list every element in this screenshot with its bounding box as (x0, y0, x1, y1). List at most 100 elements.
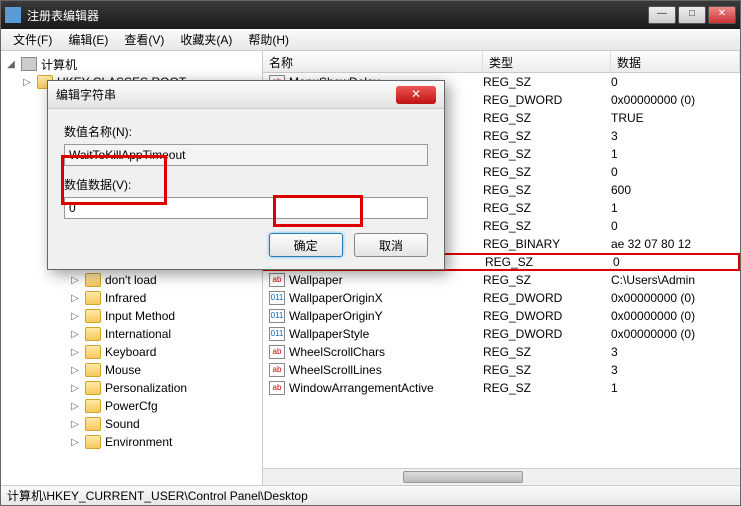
horizontal-scrollbar[interactable] (263, 468, 740, 485)
cell-name: WallpaperOriginY (289, 309, 483, 323)
cell-data: 0 (611, 219, 740, 233)
tree-item-label[interactable]: don't load (105, 273, 157, 287)
cell-data: ae 32 07 80 12 (611, 237, 740, 251)
expand-icon[interactable]: ◢ (5, 59, 17, 70)
table-row[interactable]: abWheelScrollCharsREG_SZ3 (263, 343, 740, 361)
cell-type: REG_DWORD (483, 291, 611, 305)
value-icon: 011 (269, 291, 285, 305)
expand-icon[interactable]: ▷ (69, 329, 81, 340)
dialog-title: 编辑字符串 (56, 86, 396, 103)
table-row[interactable]: 011WallpaperOriginYREG_DWORD0x00000000 (… (263, 307, 740, 325)
cell-type: REG_SZ (483, 183, 611, 197)
computer-icon (21, 57, 37, 71)
cell-type: REG_SZ (483, 273, 611, 287)
value-data-input[interactable] (64, 197, 428, 219)
value-icon: ab (269, 273, 285, 287)
folder-icon (85, 417, 101, 431)
folder-icon (85, 435, 101, 449)
tree-item-label[interactable]: International (105, 327, 171, 341)
cell-data: 0 (611, 165, 740, 179)
cell-data: 3 (611, 345, 740, 359)
menu-edit[interactable]: 编辑(E) (60, 29, 116, 50)
expand-icon[interactable]: ▷ (69, 347, 81, 358)
menu-help[interactable]: 帮助(H) (240, 29, 297, 50)
cell-data: C:\Users\Admin (611, 273, 740, 287)
cell-name: Wallpaper (289, 273, 483, 287)
folder-icon (85, 363, 101, 377)
dialog-close-button[interactable]: ✕ (396, 86, 436, 104)
tree-item-label[interactable]: Infrared (105, 291, 146, 305)
cell-name: WallpaperStyle (289, 327, 483, 341)
table-row[interactable]: abWindowArrangementActiveREG_SZ1 (263, 379, 740, 397)
cell-type: REG_SZ (483, 219, 611, 233)
cell-data: 3 (611, 129, 740, 143)
scroll-thumb[interactable] (403, 471, 523, 483)
maximize-button[interactable]: □ (678, 6, 706, 24)
cell-data: 0x00000000 (0) (611, 93, 740, 107)
tree-item-label[interactable]: Input Method (105, 309, 175, 323)
menu-view[interactable]: 查看(V) (116, 29, 172, 50)
cell-data: 600 (611, 183, 740, 197)
ok-button[interactable]: 确定 (269, 233, 343, 257)
folder-icon (85, 309, 101, 323)
cell-data: 0x00000000 (0) (611, 327, 740, 341)
cell-data: 0 (613, 255, 738, 269)
cell-type: REG_SZ (483, 201, 611, 215)
value-icon: ab (269, 345, 285, 359)
menu-file[interactable]: 文件(F) (5, 29, 60, 50)
cancel-button[interactable]: 取消 (354, 233, 428, 257)
titlebar[interactable]: 注册表编辑器 — □ ✕ (1, 1, 740, 29)
statusbar: 计算机\HKEY_CURRENT_USER\Control Panel\Desk… (1, 485, 740, 505)
tree-root[interactable]: 计算机 (41, 56, 77, 73)
cell-data: 1 (611, 201, 740, 215)
app-icon (5, 7, 21, 23)
minimize-button[interactable]: — (648, 6, 676, 24)
table-row[interactable]: 011WallpaperStyleREG_DWORD0x00000000 (0) (263, 325, 740, 343)
table-row[interactable]: ab WallpaperREG_SZC:\Users\Admin (263, 271, 740, 289)
value-icon: 011 (269, 327, 285, 341)
tree-item-label[interactable]: Keyboard (105, 345, 156, 359)
cell-data: 0 (611, 75, 740, 89)
folder-icon (85, 291, 101, 305)
expand-icon[interactable]: ▷ (69, 311, 81, 322)
expand-icon[interactable]: ▷ (21, 77, 33, 88)
folder-icon (85, 273, 101, 287)
expand-icon[interactable]: ▷ (69, 365, 81, 376)
cell-data: 0x00000000 (0) (611, 291, 740, 305)
tree-item-label[interactable]: PowerCfg (105, 399, 158, 413)
expand-icon[interactable]: ▷ (69, 437, 81, 448)
cell-type: REG_SZ (485, 255, 613, 269)
col-data[interactable]: 数据 (611, 51, 740, 72)
cell-name: WheelScrollChars (289, 345, 483, 359)
expand-icon[interactable]: ▷ (69, 419, 81, 430)
expand-icon[interactable]: ▷ (69, 401, 81, 412)
value-icon: 011 (269, 309, 285, 323)
tree-item-label[interactable]: Mouse (105, 363, 141, 377)
expand-icon[interactable]: ▷ (69, 275, 81, 286)
tree-item-label[interactable]: Sound (105, 417, 140, 431)
col-name[interactable]: 名称 (263, 51, 483, 72)
cell-type: REG_SZ (483, 111, 611, 125)
value-data-label: 数值数据(V): (64, 176, 428, 193)
value-icon: ab (269, 381, 285, 395)
expand-icon[interactable]: ▷ (69, 383, 81, 394)
cell-type: REG_SZ (483, 129, 611, 143)
value-icon: ab (269, 363, 285, 377)
table-row[interactable]: abWheelScrollLinesREG_SZ3 (263, 361, 740, 379)
menu-favorites[interactable]: 收藏夹(A) (172, 29, 240, 50)
col-type[interactable]: 类型 (483, 51, 611, 72)
table-row[interactable]: 011 WallpaperOriginXREG_DWORD0x00000000 (… (263, 289, 740, 307)
tree-item-label[interactable]: Environment (105, 435, 172, 449)
cell-type: REG_DWORD (483, 309, 611, 323)
window-title: 注册表编辑器 (27, 7, 646, 24)
cell-data: 1 (611, 147, 740, 161)
folder-icon (85, 327, 101, 341)
tree-item-label[interactable]: Personalization (105, 381, 187, 395)
cell-name: WallpaperOriginX (289, 291, 483, 305)
close-button[interactable]: ✕ (708, 6, 736, 24)
cell-type: REG_DWORD (483, 93, 611, 107)
dialog-titlebar[interactable]: 编辑字符串 ✕ (48, 81, 444, 109)
list-header[interactable]: 名称 类型 数据 (263, 51, 740, 73)
expand-icon[interactable]: ▷ (69, 293, 81, 304)
cell-data: 3 (611, 363, 740, 377)
